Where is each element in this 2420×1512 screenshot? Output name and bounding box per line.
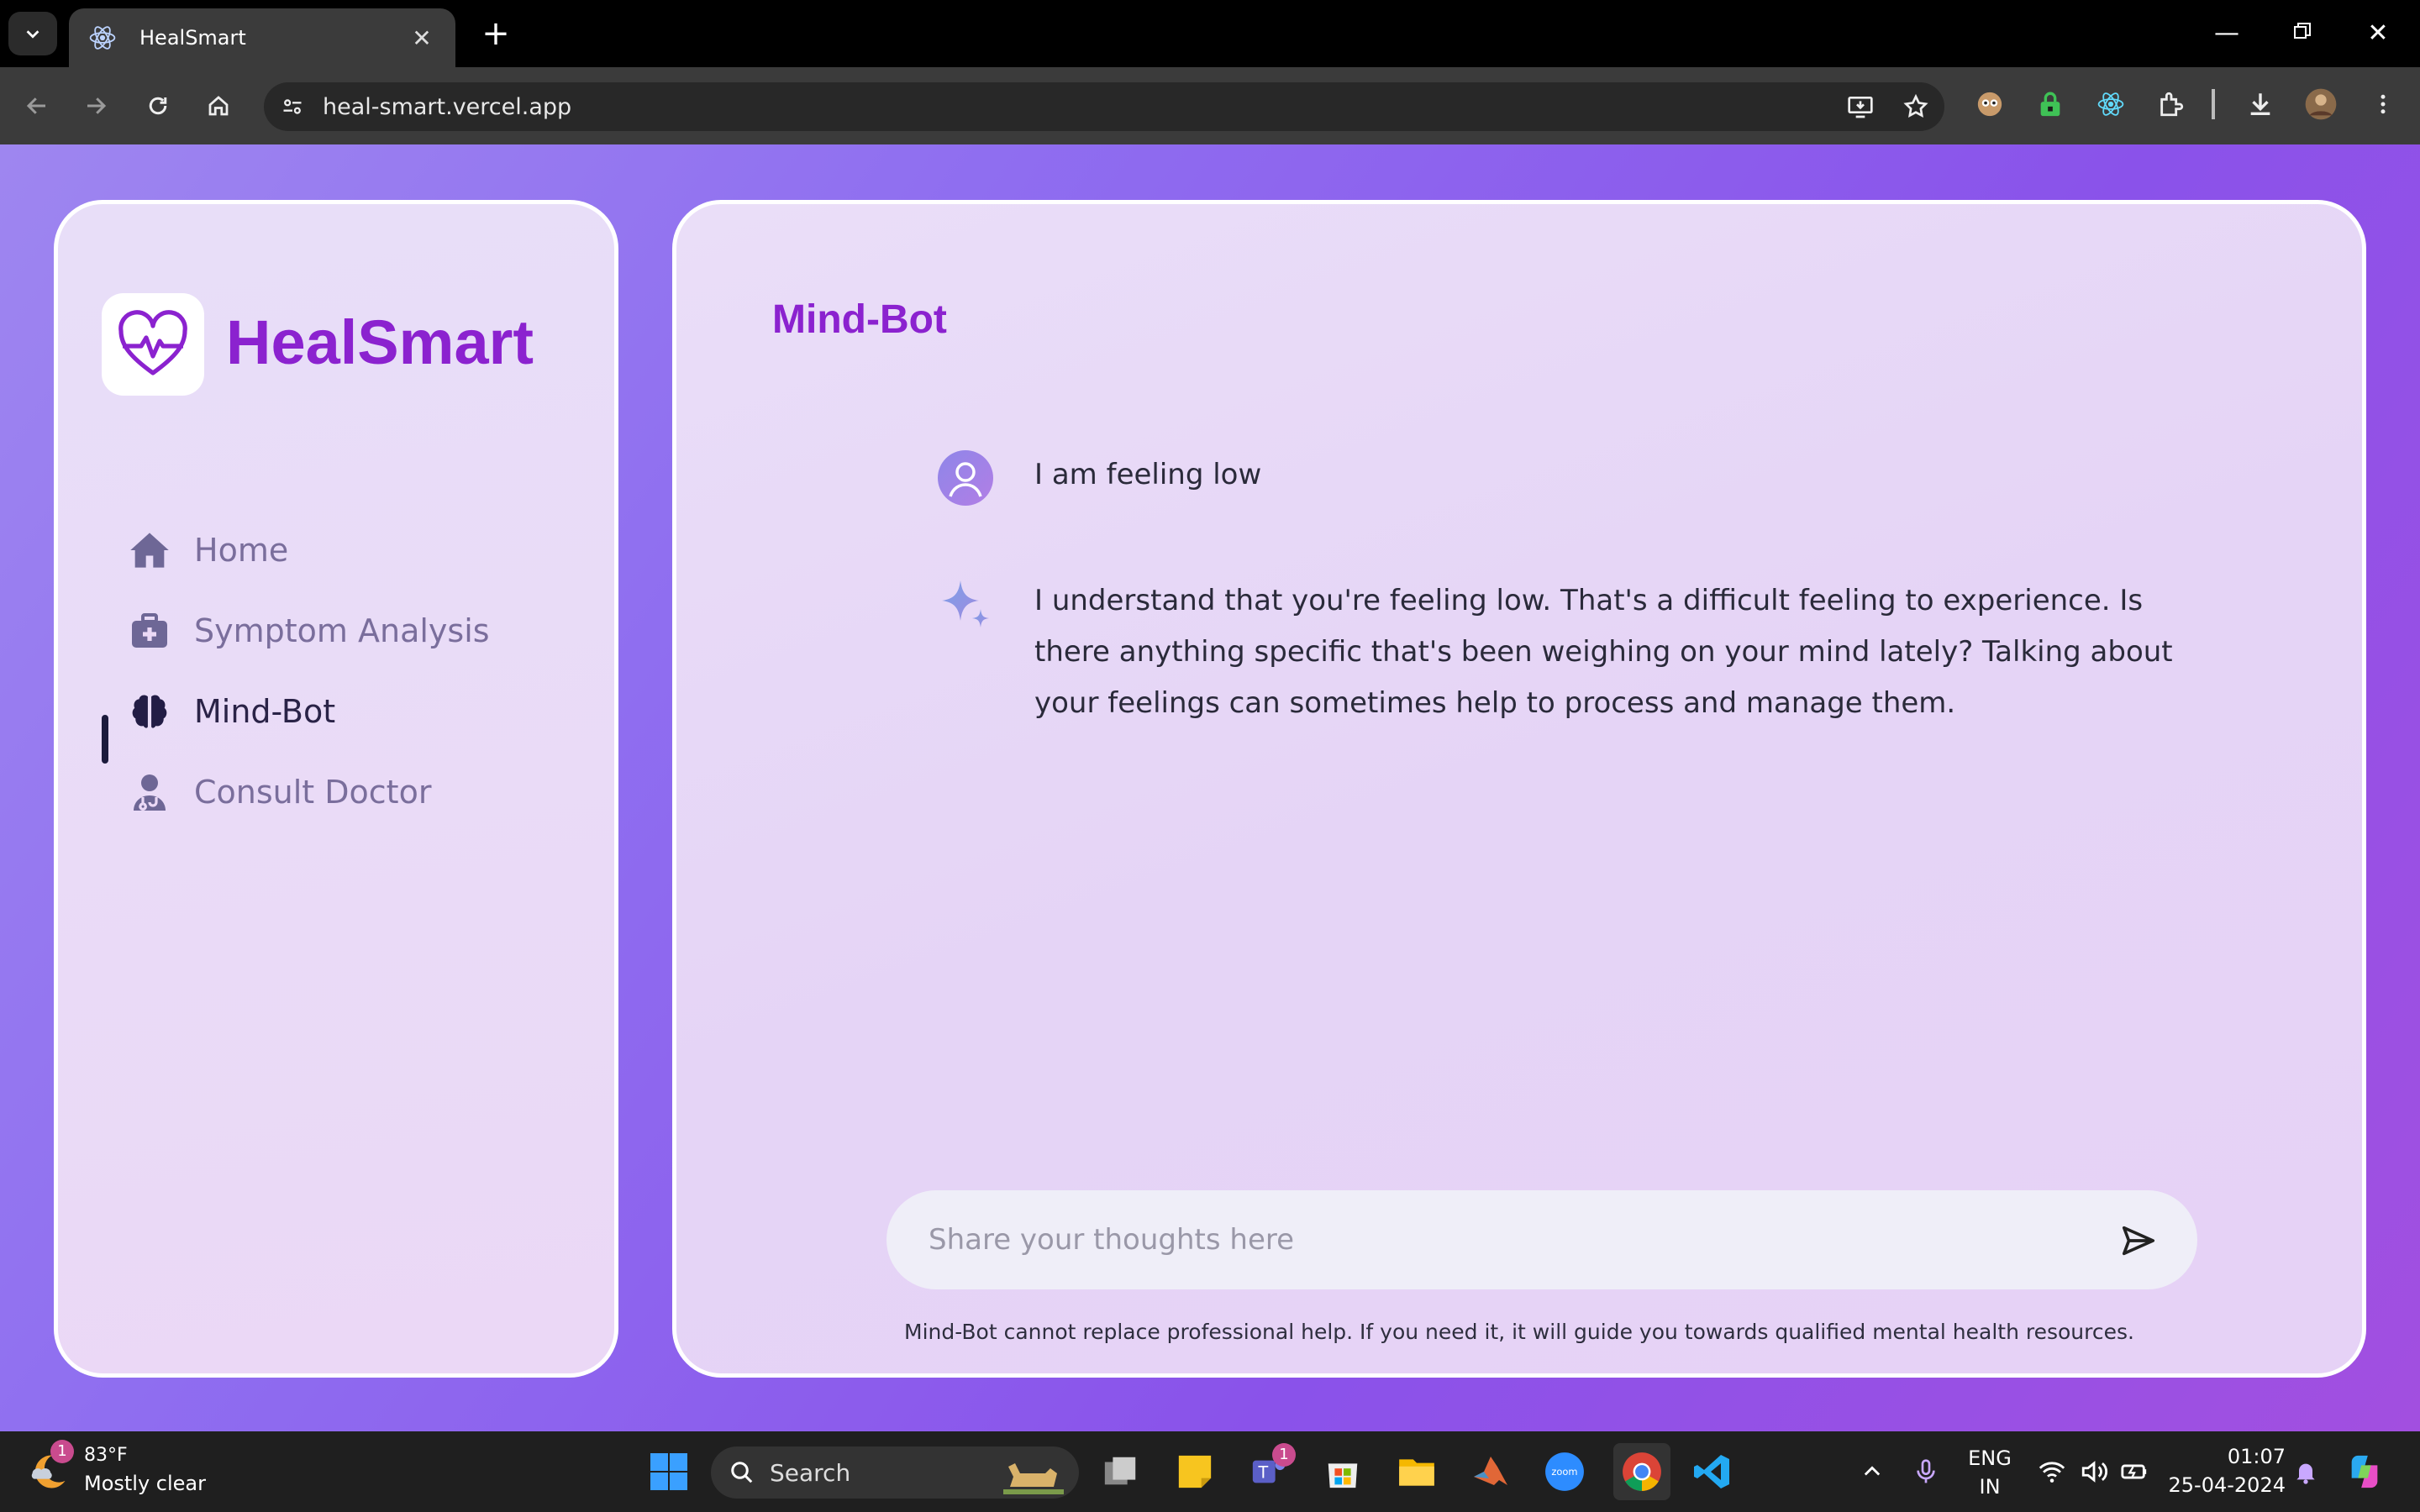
tab-close-icon[interactable]: ✕ <box>407 24 437 52</box>
reload-icon[interactable] <box>139 87 176 124</box>
file-explorer-icon[interactable] <box>1393 1448 1440 1495</box>
svg-text:zoom: zoom <box>1551 1466 1577 1478</box>
sidebar-item-home[interactable]: Home <box>125 521 562 580</box>
forward-icon[interactable] <box>77 87 114 124</box>
extensions-puzzle-icon[interactable] <box>2153 86 2190 123</box>
battery-icon[interactable] <box>2111 1448 2158 1495</box>
notification-bell-icon[interactable] <box>2282 1448 2329 1495</box>
browser-tab[interactable]: HealSmart ✕ <box>69 8 455 67</box>
logo[interactable] <box>102 293 204 396</box>
task-view-icon[interactable] <box>1097 1448 1144 1495</box>
search-icon <box>731 1462 753 1483</box>
tab-search-button[interactable] <box>8 12 57 55</box>
close-window-icon[interactable]: ✕ <box>2360 15 2396 52</box>
install-app-icon[interactable] <box>1842 88 1879 125</box>
medical-kit-icon <box>125 606 174 655</box>
search-label: Search <box>770 1458 851 1487</box>
bot-message: I understand that you're feeling low. Th… <box>937 575 2181 729</box>
app-page: HealSmart Home Symptom Analysis Mind-Bot <box>0 144 2420 1431</box>
page-title: Mind-Bot <box>772 297 947 342</box>
bot-avatar <box>937 575 994 633</box>
teams-badge: 1 <box>1272 1443 1296 1467</box>
chat-input[interactable] <box>929 1214 2088 1266</box>
user-message: I am feeling low <box>937 449 2181 507</box>
sparkle-icon <box>942 580 989 627</box>
browser-tabstrip: HealSmart ✕ + — ✕ <box>0 0 2420 67</box>
sidebar-item-label: Symptom Analysis <box>194 612 490 649</box>
sidebar-item-label: Consult Doctor <box>194 774 432 811</box>
restore-icon[interactable] <box>2284 15 2321 52</box>
weather-description: Mostly clear <box>84 1472 207 1495</box>
start-button[interactable] <box>645 1448 692 1495</box>
chevron-down-icon <box>26 30 39 39</box>
bot-message-text: I understand that you're feeling low. Th… <box>1034 584 2173 720</box>
extension-react-icon[interactable] <box>2092 86 2129 123</box>
user-avatar <box>937 449 994 507</box>
zoom-icon[interactable]: zoom <box>1541 1448 1588 1495</box>
svg-text:T: T <box>1258 1463 1269 1483</box>
brand-name: HealSmart <box>226 307 534 377</box>
clock-date: 25-04-2024 <box>2168 1473 2286 1497</box>
extension-owl-icon[interactable] <box>1971 86 2008 123</box>
chat-panel: Mind-Bot I am feeling low I understand t… <box>672 200 2366 1378</box>
sidebar-item-label: Mind-Bot <box>194 693 336 730</box>
react-icon <box>89 26 116 50</box>
sidebar-item-label: Home <box>194 532 289 569</box>
matlab-icon[interactable] <box>1467 1448 1514 1495</box>
windows-icon <box>650 1453 687 1490</box>
heartbeat-logo-icon <box>118 310 187 375</box>
brain-icon <box>125 687 174 736</box>
download-icon[interactable] <box>2242 86 2279 123</box>
url-text: heal-smart.vercel.app <box>323 93 572 120</box>
active-indicator <box>102 715 108 764</box>
profile-avatar[interactable] <box>2302 86 2339 123</box>
tab-title: HealSmart <box>139 26 246 50</box>
doctor-icon <box>125 768 174 816</box>
send-button[interactable] <box>2118 1221 2159 1261</box>
new-tab-button[interactable]: + <box>477 15 514 52</box>
user-message-text: I am feeling low <box>1034 458 1262 491</box>
weather-temp: 83°F <box>84 1445 128 1466</box>
clock-time[interactable]: 01:07 <box>2168 1445 2286 1468</box>
wifi-icon[interactable] <box>2028 1448 2075 1495</box>
address-bar[interactable]: heal-smart.vercel.app <box>264 82 1944 131</box>
sidebar-item-symptom-analysis[interactable]: Symptom Analysis <box>125 601 562 660</box>
back-icon[interactable] <box>18 87 55 124</box>
ms-store-icon[interactable] <box>1319 1448 1366 1495</box>
send-icon <box>2122 1226 2155 1256</box>
chat-input-bar <box>886 1190 2197 1289</box>
bookmark-star-icon[interactable] <box>1897 88 1934 125</box>
tray-chevron-up-icon[interactable] <box>1849 1448 1896 1495</box>
taskbar: 1 83°F Mostly clear Search T 1 zoom ENG <box>0 1431 2420 1512</box>
browser-menu-icon[interactable] <box>2365 86 2402 123</box>
toolbar-divider <box>2212 89 2215 119</box>
site-info-icon[interactable] <box>274 88 311 125</box>
sidebar-item-consult-doctor[interactable]: Consult Doctor <box>125 763 562 822</box>
chrome-icon[interactable] <box>1613 1443 1670 1500</box>
sidebar-item-mind-bot[interactable]: Mind-Bot <box>125 682 562 741</box>
disclaimer: Mind-Bot cannot replace professional hel… <box>904 1320 2134 1344</box>
home-icon <box>125 526 174 575</box>
copilot-icon[interactable] <box>2341 1448 2388 1495</box>
vscode-icon[interactable] <box>1689 1448 1736 1495</box>
dog-icon <box>1003 1463 1064 1494</box>
user-icon <box>938 450 993 506</box>
language-line2: IN <box>1979 1475 2001 1499</box>
home-browser-icon[interactable] <box>200 87 237 124</box>
language-line1[interactable]: ENG <box>1965 1446 2015 1470</box>
taskbar-search[interactable]: Search <box>711 1446 1079 1499</box>
microphone-icon[interactable] <box>1902 1448 1949 1495</box>
minimize-icon[interactable]: — <box>2208 15 2245 52</box>
sticky-notes-icon[interactable] <box>1171 1448 1218 1495</box>
sidebar: HealSmart Home Symptom Analysis Mind-Bot <box>54 200 618 1378</box>
weather-badge: 1 <box>50 1440 74 1463</box>
extension-lock-icon[interactable] <box>2032 86 2069 123</box>
